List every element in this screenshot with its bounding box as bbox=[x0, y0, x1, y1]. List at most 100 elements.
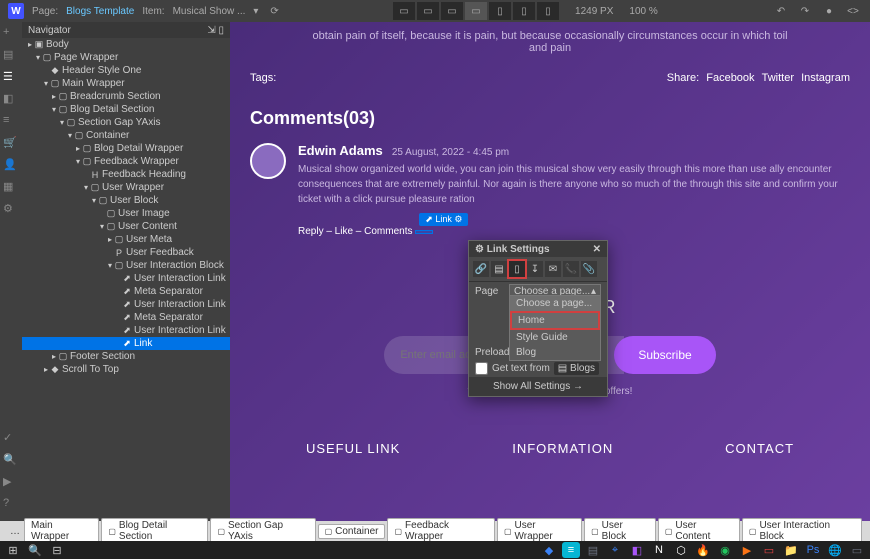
tree-row[interactable]: ▸▢Blog Detail Wrapper bbox=[22, 142, 230, 155]
app-icon[interactable]: ▶ bbox=[738, 542, 756, 558]
add-icon[interactable]: + bbox=[3, 26, 19, 42]
breadcrumb-overflow[interactable]: … bbox=[6, 526, 24, 537]
start-icon[interactable]: ⊞ bbox=[4, 542, 22, 558]
tree-row[interactable]: ⬈User Interaction Link bbox=[22, 298, 230, 311]
zoom-level[interactable]: 100 % bbox=[629, 6, 657, 17]
comment-icon[interactable]: ● bbox=[820, 2, 838, 20]
undo-icon[interactable]: ↶ bbox=[772, 2, 790, 20]
pin-icon[interactable]: ▯ bbox=[218, 25, 224, 36]
taskview-icon[interactable]: ⊟ bbox=[48, 542, 66, 558]
app-icon[interactable]: ▭ bbox=[760, 542, 778, 558]
collapse-icon[interactable]: ⇲ bbox=[207, 25, 215, 36]
tree-row[interactable]: ▸▢Footer Section bbox=[22, 350, 230, 363]
breadcrumb[interactable]: ▢Container bbox=[318, 524, 386, 539]
close-icon[interactable]: ✕ bbox=[593, 244, 601, 255]
tree-row[interactable]: ◆Header Style One bbox=[22, 64, 230, 77]
tree-row[interactable]: ▾▢User Interaction Block bbox=[22, 259, 230, 272]
tree-row[interactable]: ▸▣Body bbox=[22, 38, 230, 51]
search-icon[interactable]: 🔍 bbox=[3, 453, 19, 469]
refresh-icon[interactable]: ⟳ bbox=[270, 6, 278, 17]
share-twitter[interactable]: Twitter bbox=[762, 72, 794, 84]
tree-row[interactable]: HFeedback Heading bbox=[22, 168, 230, 181]
tree-row[interactable]: ⬈User Interaction Link bbox=[22, 272, 230, 285]
device-lg-icon[interactable]: ▭ bbox=[417, 2, 439, 20]
tree-row[interactable]: ⬈Meta Separator bbox=[22, 311, 230, 324]
device-md-icon[interactable]: ▭ bbox=[441, 2, 463, 20]
link-page-icon[interactable]: ▯ bbox=[509, 261, 525, 277]
tree-row[interactable]: ⬈Meta Separator bbox=[22, 285, 230, 298]
pages-icon[interactable]: ▤ bbox=[3, 48, 19, 64]
tree-row[interactable]: ▢User Image bbox=[22, 207, 230, 220]
canvas-width[interactable]: 1249 PX bbox=[575, 6, 613, 17]
device-mobile-icon[interactable]: ▯ bbox=[537, 2, 559, 20]
page-option-home[interactable]: Home bbox=[510, 311, 600, 330]
assets-icon[interactable]: ▦ bbox=[3, 180, 19, 196]
tree-row[interactable]: ▸◆Scroll To Top bbox=[22, 363, 230, 376]
ecommerce-icon[interactable]: 🛒 bbox=[3, 136, 19, 152]
vscode-icon[interactable]: ⌖ bbox=[606, 542, 624, 558]
tree-row[interactable]: ▸▢Breadcrumb Section bbox=[22, 90, 230, 103]
chrome-icon[interactable]: 🌐 bbox=[826, 542, 844, 558]
link-element-badge[interactable]: ⬈ Link ⚙ bbox=[419, 213, 468, 226]
device-base-icon[interactable]: ▭ bbox=[465, 2, 487, 20]
cms-icon[interactable]: ≡ bbox=[3, 114, 19, 130]
code-icon[interactable]: <> bbox=[844, 2, 862, 20]
tree-row[interactable]: ⬈User Interaction Link bbox=[22, 324, 230, 337]
selected-link-element[interactable] bbox=[415, 230, 433, 234]
share-facebook[interactable]: Facebook bbox=[706, 72, 754, 84]
app-icon[interactable]: ⬡ bbox=[672, 542, 690, 558]
tree-row[interactable]: ▾▢Container bbox=[22, 129, 230, 142]
tree-row[interactable]: ▾▢User Content bbox=[22, 220, 230, 233]
link-phone-icon[interactable]: 📞 bbox=[563, 261, 579, 277]
app-icon[interactable]: ≡ bbox=[562, 542, 580, 558]
item-name[interactable]: Musical Show ... bbox=[173, 6, 246, 17]
actions-text[interactable]: Reply – Like – Comments bbox=[298, 226, 413, 237]
tree-row[interactable]: ⬈Link bbox=[22, 337, 230, 350]
link-url-icon[interactable]: 🔗 bbox=[473, 261, 489, 277]
tree-row[interactable]: ▾▢User Wrapper bbox=[22, 181, 230, 194]
app-icon[interactable]: ▭ bbox=[848, 542, 866, 558]
audit-icon[interactable]: ✓ bbox=[3, 431, 19, 447]
app-icon[interactable]: ▤ bbox=[584, 542, 602, 558]
device-tablet-icon[interactable]: ▯ bbox=[489, 2, 511, 20]
share-instagram[interactable]: Instagram bbox=[801, 72, 850, 84]
tree-row[interactable]: ▾▢Blog Detail Section bbox=[22, 103, 230, 116]
tree-row[interactable]: ▾▢Page Wrapper bbox=[22, 51, 230, 64]
page-option-styleguide[interactable]: Style Guide bbox=[510, 330, 600, 345]
link-file-icon[interactable]: 📎 bbox=[581, 261, 597, 277]
subscribe-button[interactable]: Subscribe bbox=[614, 336, 715, 374]
app-icon[interactable]: ◧ bbox=[628, 542, 646, 558]
app-icon[interactable]: 📁 bbox=[782, 542, 800, 558]
components-icon[interactable]: ◧ bbox=[3, 92, 19, 108]
redo-icon[interactable]: ↷ bbox=[796, 2, 814, 20]
notion-icon[interactable]: N bbox=[650, 542, 668, 558]
device-mobile-l-icon[interactable]: ▯ bbox=[513, 2, 535, 20]
search-taskbar-icon[interactable]: 🔍 bbox=[26, 542, 44, 558]
navigator-tree[interactable]: ▸▣Body▾▢Page Wrapper◆Header Style One▾▢M… bbox=[22, 38, 230, 521]
page-option-choose[interactable]: Choose a page... bbox=[510, 296, 600, 311]
tree-row[interactable]: ▾▢Feedback Wrapper bbox=[22, 155, 230, 168]
app-icon[interactable]: ◆ bbox=[540, 542, 558, 558]
tree-row[interactable]: PUser Feedback bbox=[22, 246, 230, 259]
webflow-logo[interactable]: W bbox=[8, 3, 24, 19]
users-icon[interactable]: 👤 bbox=[3, 158, 19, 174]
app-icon[interactable]: ◉ bbox=[716, 542, 734, 558]
photoshop-icon[interactable]: Ps bbox=[804, 542, 822, 558]
tree-row[interactable]: ▾▢Main Wrapper bbox=[22, 77, 230, 90]
page-name[interactable]: Blogs Template bbox=[66, 6, 134, 17]
settings-icon[interactable]: ⚙ bbox=[3, 202, 19, 218]
video-icon[interactable]: ▶ bbox=[3, 475, 19, 491]
chevron-down-icon[interactable]: ▾ bbox=[253, 6, 258, 17]
link-email-icon[interactable]: ✉ bbox=[545, 261, 561, 277]
get-text-checkbox[interactable] bbox=[475, 362, 488, 375]
firefox-icon[interactable]: 🔥 bbox=[694, 542, 712, 558]
link-page-alt-icon[interactable]: ▤ bbox=[491, 261, 507, 277]
tree-row[interactable]: ▸▢User Meta bbox=[22, 233, 230, 246]
help-icon[interactable]: ? bbox=[3, 497, 19, 513]
show-all-settings[interactable]: Show All Settings → bbox=[469, 377, 607, 396]
navigator-icon[interactable]: ☰ bbox=[3, 70, 19, 86]
tree-row[interactable]: ▾▢Section Gap YAxis bbox=[22, 116, 230, 129]
device-xl-icon[interactable]: ▭ bbox=[393, 2, 415, 20]
link-section-icon[interactable]: ↧ bbox=[527, 261, 543, 277]
page-option-blog[interactable]: Blog bbox=[510, 345, 600, 360]
